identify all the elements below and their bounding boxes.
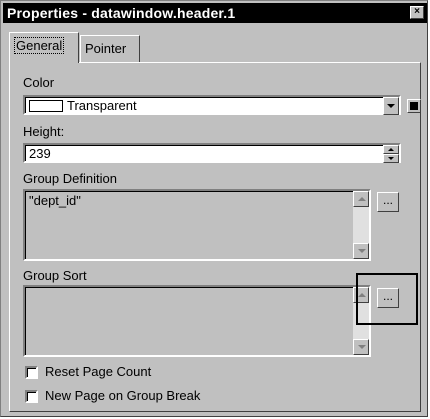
scroll-up-button[interactable] [353, 191, 369, 207]
group-definition-ellipsis-button[interactable]: ... [377, 192, 399, 212]
tab-general[interactable]: General [9, 32, 79, 63]
group-definition-textarea[interactable]: "dept_id" [23, 189, 371, 261]
tab-general-label: General [14, 37, 65, 54]
reset-page-count-label: Reset Page Count [45, 364, 152, 379]
properties-window: Properties - datawindow.header.1 × Gener… [0, 0, 428, 417]
height-value: 239 [29, 146, 51, 161]
new-page-on-group-break-checkbox[interactable] [25, 390, 38, 403]
spin-up-button[interactable] [383, 145, 399, 154]
spin-down-button[interactable] [383, 154, 399, 163]
scroll-down-button[interactable] [353, 339, 369, 355]
color-swatch [29, 100, 63, 112]
reset-page-count-checkbox[interactable] [25, 366, 38, 379]
group-definition-scrollbar[interactable] [353, 191, 369, 259]
scroll-down-button[interactable] [353, 243, 369, 259]
color-label: Color [23, 75, 55, 90]
color-dropdown-arrow[interactable] [383, 97, 399, 115]
group-sort-label: Group Sort [23, 268, 87, 283]
callout-highlight-box [356, 273, 418, 325]
group-definition-label: Group Definition [23, 171, 117, 186]
group-sort-textarea[interactable] [23, 285, 371, 357]
close-button[interactable]: × [410, 6, 424, 19]
new-page-on-group-break-label: New Page on Group Break [45, 388, 201, 403]
custom-color-button[interactable] [407, 99, 421, 113]
height-spinner[interactable] [383, 145, 399, 163]
group-definition-value: "dept_id" [29, 193, 81, 208]
color-dropdown[interactable]: Transparent [23, 95, 401, 115]
height-input[interactable]: 239 [23, 143, 401, 163]
color-value: Transparent [67, 98, 137, 113]
title-bar[interactable]: Properties - datawindow.header.1 × [3, 3, 427, 23]
window-title: Properties - datawindow.header.1 [7, 5, 236, 21]
tab-pointer[interactable]: Pointer [80, 35, 140, 62]
height-label: Height: [23, 124, 65, 139]
